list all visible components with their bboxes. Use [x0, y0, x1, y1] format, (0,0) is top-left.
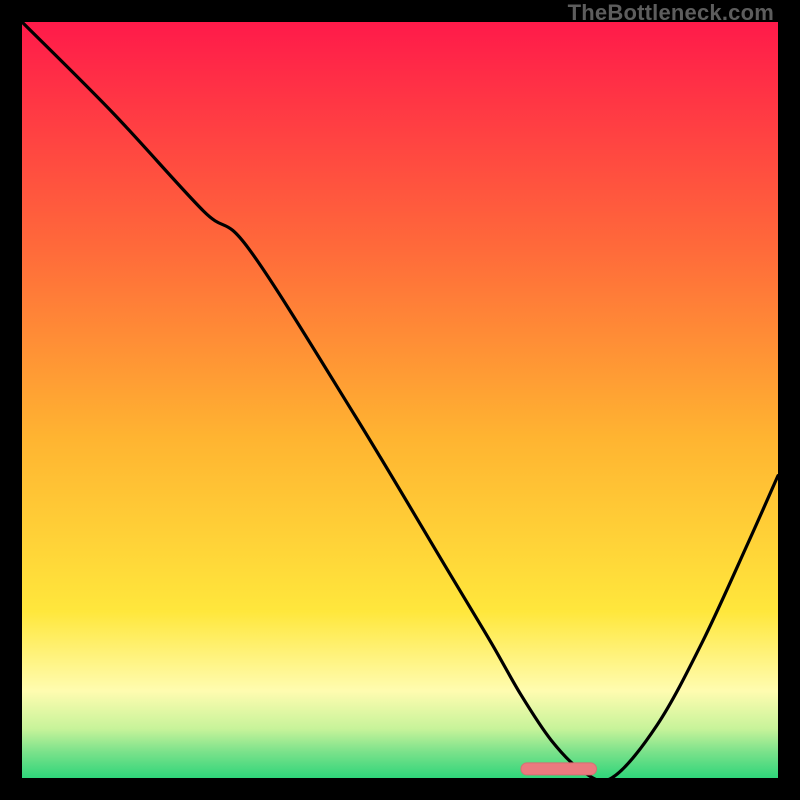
- optimal-range-marker: [521, 763, 597, 775]
- chart-svg: [22, 22, 778, 778]
- watermark-text: TheBottleneck.com: [568, 0, 774, 26]
